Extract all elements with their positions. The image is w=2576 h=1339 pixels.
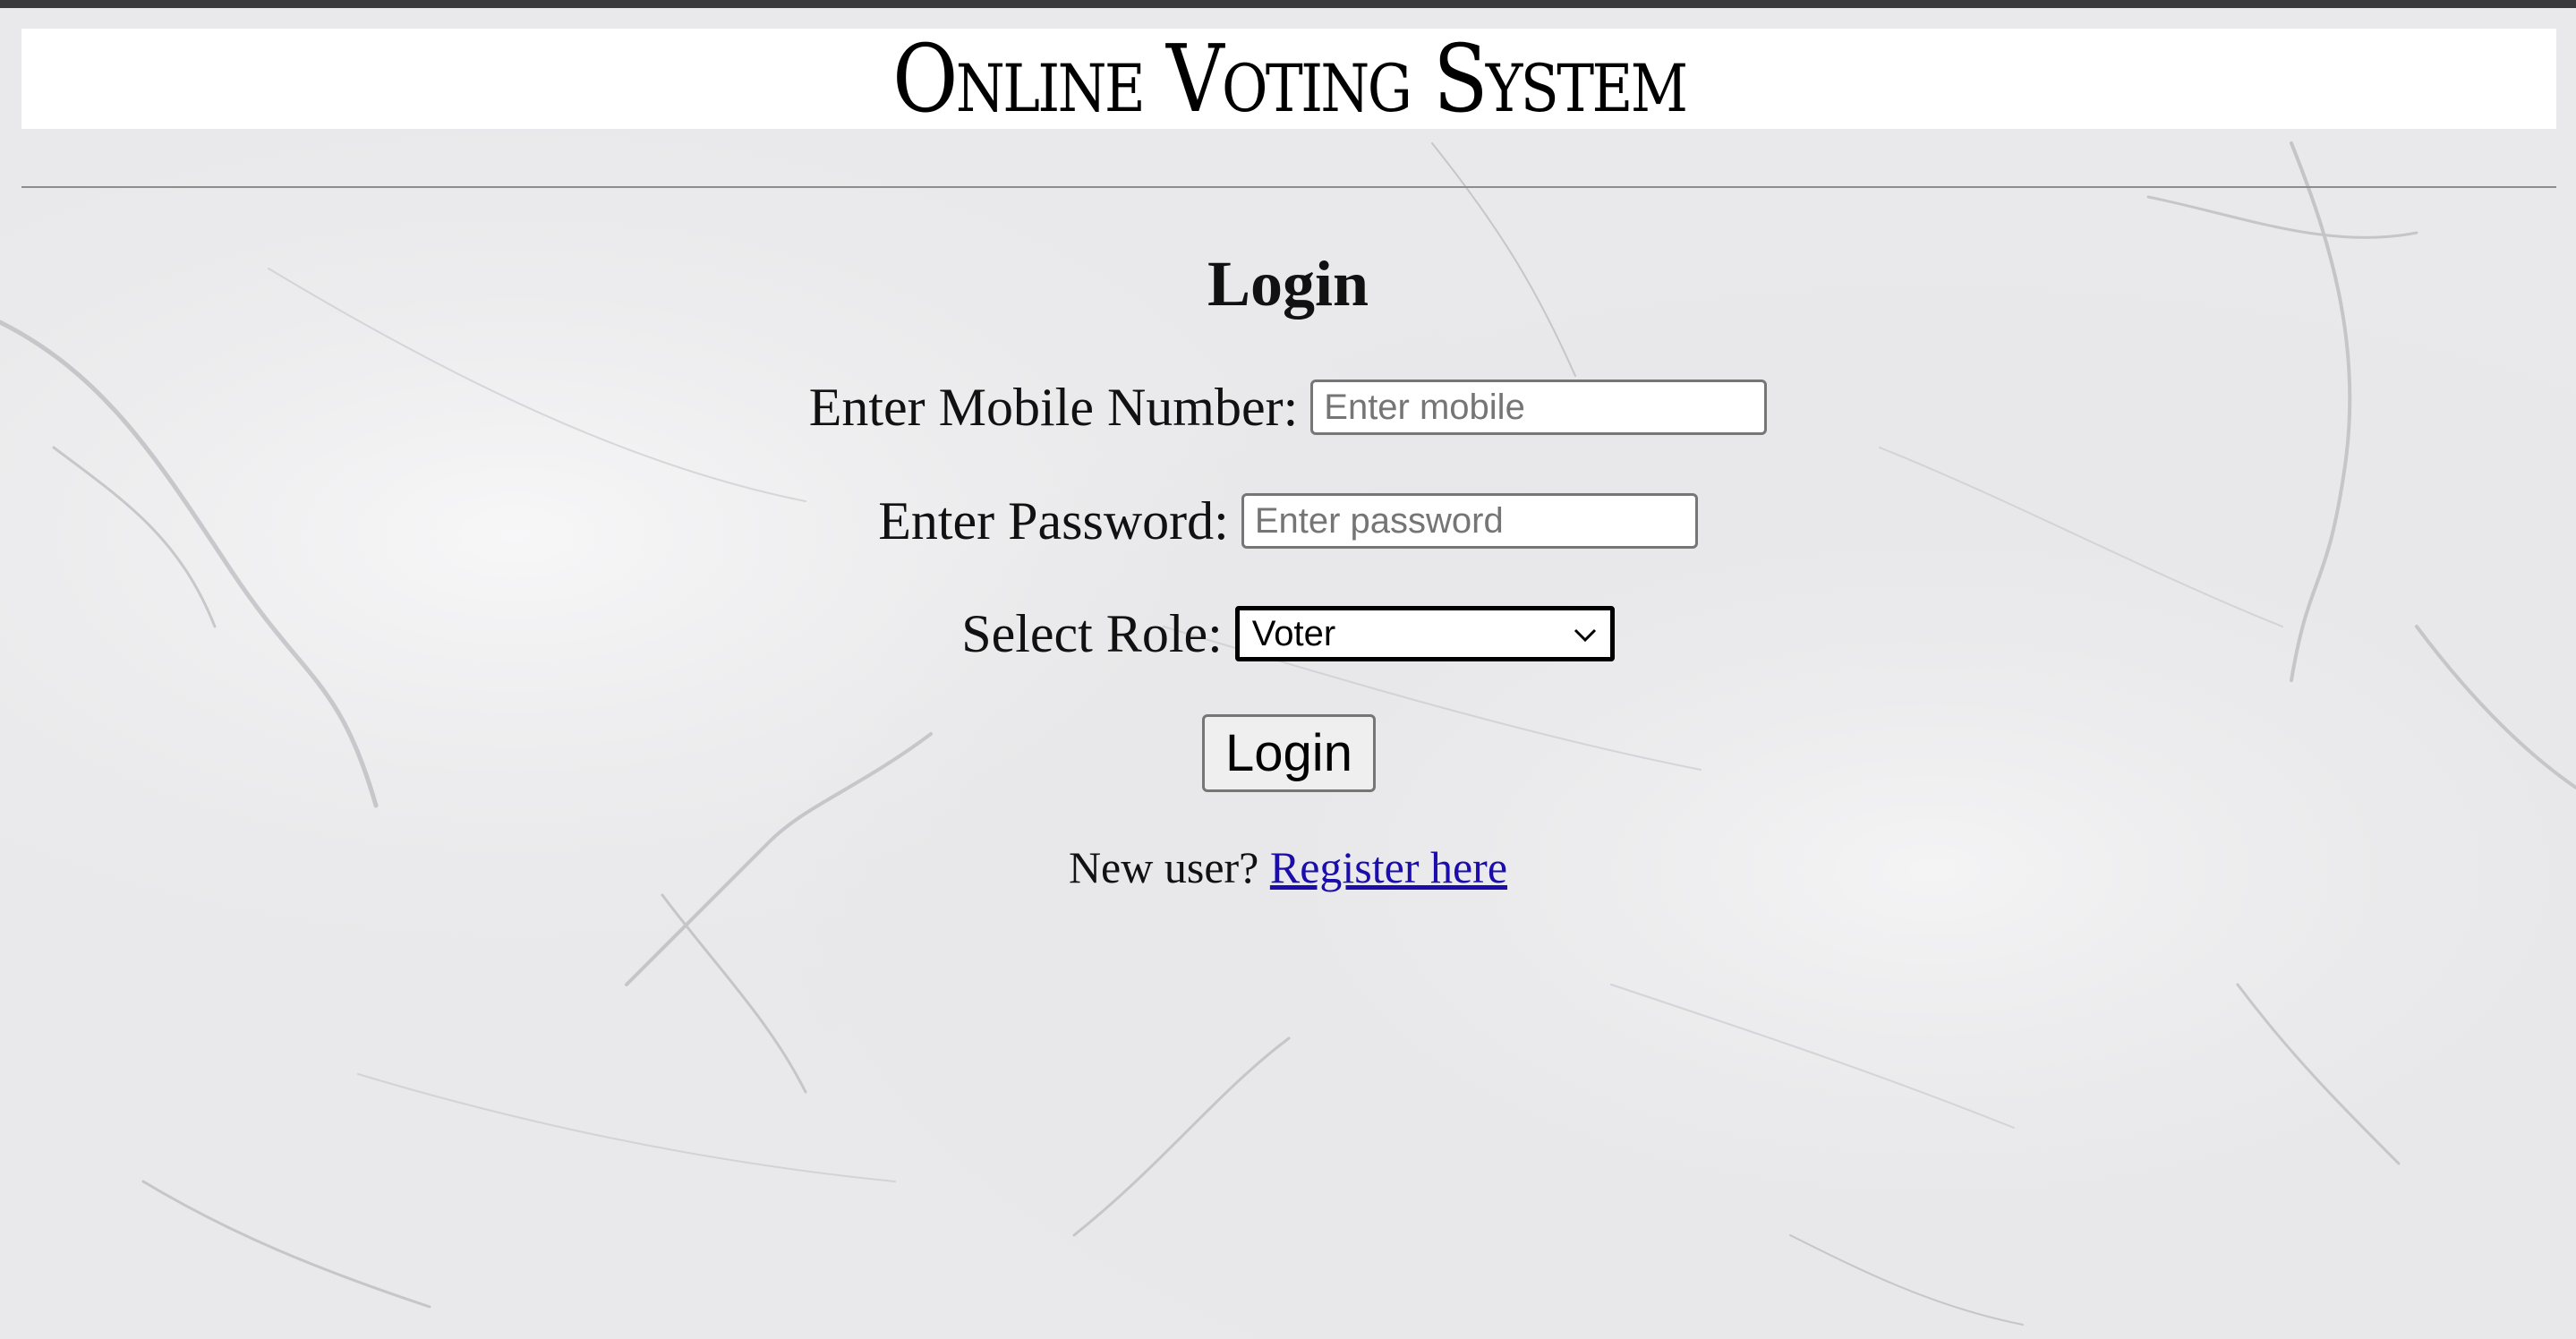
- mobile-label: Enter Mobile Number:: [808, 378, 1299, 437]
- role-selected-value: Voter: [1251, 613, 1336, 653]
- role-row: Select Role: Voter: [0, 602, 2576, 665]
- login-button[interactable]: Login: [1202, 714, 1376, 792]
- login-form: Login Enter Mobile Number: Enter Passwor…: [0, 0, 2576, 1339]
- password-label: Enter Password:: [878, 491, 1229, 550]
- chevron-down-icon: [1574, 628, 1596, 643]
- password-input[interactable]: [1241, 493, 1698, 549]
- register-line: New user? Register here: [0, 836, 2576, 899]
- role-label: Select Role:: [961, 604, 1223, 663]
- password-row: Enter Password:: [0, 490, 2576, 552]
- mobile-row: Enter Mobile Number:: [0, 376, 2576, 439]
- login-heading: Login: [1207, 248, 1369, 320]
- role-select[interactable]: Voter: [1234, 606, 1615, 661]
- register-link[interactable]: Register here: [1270, 842, 1507, 892]
- register-prompt: New user?: [1068, 842, 1259, 892]
- mobile-input[interactable]: [1310, 380, 1768, 435]
